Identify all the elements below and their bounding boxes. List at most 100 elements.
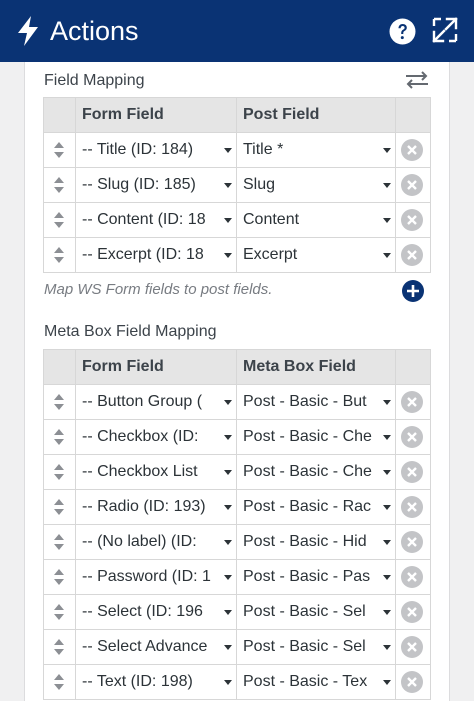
delete-row-icon[interactable]	[401, 139, 423, 161]
drag-handle-icon[interactable]	[54, 142, 64, 158]
delete-cell[interactable]	[395, 524, 431, 560]
form-field-select[interactable]: -- Content (ID: 18	[82, 203, 232, 237]
delete-cell[interactable]	[395, 167, 431, 203]
form-field-select[interactable]: -- Checkbox (ID:	[82, 420, 232, 454]
delete-row-icon[interactable]	[401, 426, 423, 448]
delete-row-icon[interactable]	[401, 671, 423, 693]
form-field-select[interactable]: -- (No label) (ID:	[82, 525, 232, 559]
form-field-select[interactable]: -- Select (ID: 196	[82, 595, 232, 629]
delete-row-icon[interactable]	[401, 174, 423, 196]
post-field-select[interactable]: Post - Basic - But	[243, 385, 391, 419]
drag-handle-icon[interactable]	[54, 464, 64, 480]
delete-cell[interactable]	[395, 237, 431, 273]
drag-handle[interactable]	[43, 384, 76, 420]
form-field-select[interactable]: -- Excerpt (ID: 18	[82, 238, 232, 272]
form-field-select-cell[interactable]: -- Excerpt (ID: 18	[75, 237, 237, 273]
drag-handle-icon[interactable]	[54, 247, 64, 263]
form-field-select-cell[interactable]: -- Password (ID: 1	[75, 559, 237, 595]
drag-handle-icon[interactable]	[54, 674, 64, 690]
post-field-select-cell[interactable]: Post - Basic - Tex	[236, 664, 396, 700]
delete-row-icon[interactable]	[401, 209, 423, 231]
form-field-select[interactable]: -- Password (ID: 1	[82, 560, 232, 594]
post-field-select-cell[interactable]: Slug	[236, 167, 396, 203]
drag-handle[interactable]	[43, 132, 76, 168]
post-field-select-cell[interactable]: Post - Basic - Pas	[236, 559, 396, 595]
form-field-select-cell[interactable]: -- Radio (ID: 193)	[75, 489, 237, 525]
drag-handle[interactable]	[43, 167, 76, 203]
form-field-select-cell[interactable]: -- Button Group (	[75, 384, 237, 420]
delete-cell[interactable]	[395, 419, 431, 455]
swap-icon[interactable]	[404, 71, 430, 89]
form-field-select-cell[interactable]: -- Select Advance	[75, 629, 237, 665]
post-field-select[interactable]: Post - Basic - Hid	[243, 525, 391, 559]
post-field-select[interactable]: Post - Basic - Che	[243, 420, 391, 454]
drag-handle-icon[interactable]	[54, 534, 64, 550]
delete-row-icon[interactable]	[401, 244, 423, 266]
form-field-select[interactable]: -- Title (ID: 184)	[82, 133, 232, 167]
post-field-select-cell[interactable]: Post - Basic - Sel	[236, 629, 396, 665]
delete-cell[interactable]	[395, 132, 431, 168]
drag-handle[interactable]	[43, 629, 76, 665]
post-field-select-cell[interactable]: Post - Basic - Che	[236, 454, 396, 490]
form-field-select-cell[interactable]: -- Checkbox (ID:	[75, 419, 237, 455]
post-field-select[interactable]: Post - Basic - Rac	[243, 490, 391, 524]
post-field-select[interactable]: Post - Basic - Pas	[243, 560, 391, 594]
delete-row-icon[interactable]	[401, 391, 423, 413]
post-field-select[interactable]: Post - Basic - Che	[243, 455, 391, 489]
drag-handle[interactable]	[43, 454, 76, 490]
delete-cell[interactable]	[395, 454, 431, 490]
delete-cell[interactable]	[395, 594, 431, 630]
delete-cell[interactable]	[395, 202, 431, 238]
drag-handle-icon[interactable]	[54, 212, 64, 228]
post-field-select[interactable]: Post - Basic - Sel	[243, 630, 391, 664]
delete-row-icon[interactable]	[401, 531, 423, 553]
drag-handle-icon[interactable]	[54, 499, 64, 515]
post-field-select[interactable]: Post - Basic - Sel	[243, 595, 391, 629]
post-field-select-cell[interactable]: Title *	[236, 132, 396, 168]
form-field-select-cell[interactable]: -- Select (ID: 196	[75, 594, 237, 630]
post-field-select-cell[interactable]: Post - Basic - Hid	[236, 524, 396, 560]
post-field-select[interactable]: Title *	[243, 133, 391, 167]
drag-handle[interactable]	[43, 489, 76, 525]
drag-handle-icon[interactable]	[54, 604, 64, 620]
form-field-select-cell[interactable]: -- Text (ID: 198)	[75, 664, 237, 700]
drag-handle[interactable]	[43, 237, 76, 273]
form-field-select-cell[interactable]: -- Checkbox List	[75, 454, 237, 490]
form-field-select-cell[interactable]: -- Title (ID: 184)	[75, 132, 237, 168]
delete-cell[interactable]	[395, 559, 431, 595]
drag-handle-icon[interactable]	[54, 639, 64, 655]
drag-handle[interactable]	[43, 594, 76, 630]
delete-cell[interactable]	[395, 629, 431, 665]
post-field-select[interactable]: Excerpt	[243, 238, 391, 272]
delete-cell[interactable]	[395, 489, 431, 525]
post-field-select-cell[interactable]: Content	[236, 202, 396, 238]
post-field-select[interactable]: Slug	[243, 168, 391, 202]
post-field-select-cell[interactable]: Excerpt	[236, 237, 396, 273]
drag-handle-icon[interactable]	[54, 429, 64, 445]
drag-handle[interactable]	[43, 524, 76, 560]
form-field-select-cell[interactable]: -- Content (ID: 18	[75, 202, 237, 238]
help-icon[interactable]	[389, 18, 416, 45]
post-field-select[interactable]: Post - Basic - Tex	[243, 665, 391, 699]
add-row-icon[interactable]	[402, 280, 424, 302]
form-field-select[interactable]: -- Button Group (	[82, 385, 232, 419]
delete-row-icon[interactable]	[401, 601, 423, 623]
delete-row-icon[interactable]	[401, 636, 423, 658]
form-field-select[interactable]: -- Checkbox List	[82, 455, 232, 489]
form-field-select-cell[interactable]: -- (No label) (ID:	[75, 524, 237, 560]
drag-handle-icon[interactable]	[54, 394, 64, 410]
delete-cell[interactable]	[395, 384, 431, 420]
expand-icon[interactable]	[432, 17, 458, 43]
post-field-select-cell[interactable]: Post - Basic - Rac	[236, 489, 396, 525]
post-field-select-cell[interactable]: Post - Basic - Sel	[236, 594, 396, 630]
drag-handle[interactable]	[43, 559, 76, 595]
post-field-select[interactable]: Content	[243, 203, 391, 237]
form-field-select[interactable]: -- Select Advance	[82, 630, 232, 664]
delete-row-icon[interactable]	[401, 496, 423, 518]
delete-row-icon[interactable]	[401, 461, 423, 483]
form-field-select[interactable]: -- Slug (ID: 185)	[82, 168, 232, 202]
drag-handle-icon[interactable]	[54, 177, 64, 193]
drag-handle[interactable]	[43, 202, 76, 238]
post-field-select-cell[interactable]: Post - Basic - Che	[236, 419, 396, 455]
form-field-select[interactable]: -- Radio (ID: 193)	[82, 490, 232, 524]
